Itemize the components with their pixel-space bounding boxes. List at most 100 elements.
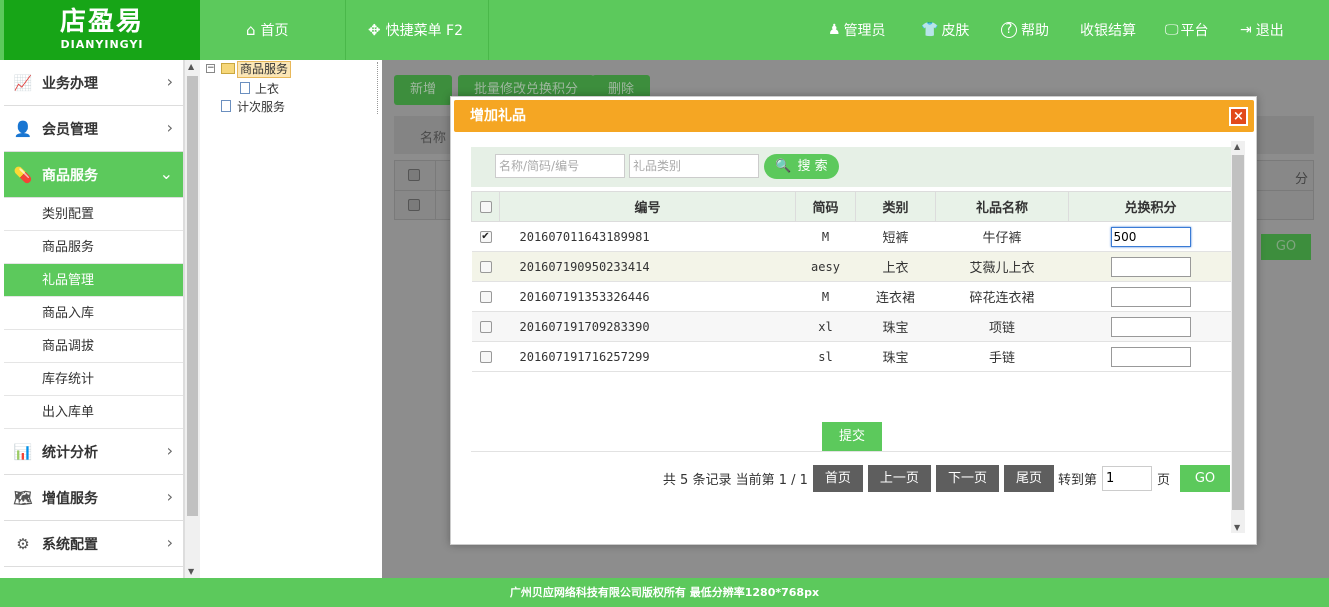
row-checkbox[interactable]: ✔ (479, 230, 492, 243)
goto-label: 转到第 (1057, 473, 1097, 488)
bg-checkbox[interactable] (408, 169, 420, 181)
scroll-up-icon[interactable]: ▲ (1234, 142, 1240, 151)
go-button[interactable]: GO (1180, 465, 1230, 492)
prev-page-button[interactable]: 上一页 (867, 465, 931, 492)
tree-node-top[interactable]: 上衣 (255, 80, 279, 97)
scroll-up-icon[interactable]: ▲ (188, 62, 194, 71)
logout-icon: ⇥ (1240, 22, 1252, 38)
cell-abbr: M (795, 281, 856, 312)
cell-code: 201607011643189981 (499, 221, 796, 252)
menu-stats[interactable]: 📊 统计分析 › (4, 429, 183, 475)
chevron-down-icon: ⌄ (159, 164, 173, 183)
last-page-button[interactable]: 尾页 (1003, 465, 1054, 492)
name-search-input[interactable]: 名称/简码/编号 (495, 154, 625, 178)
nav-cashier[interactable]: 收银结算 (1080, 0, 1136, 60)
subitem-goods-transfer[interactable]: 商品调拔 (4, 330, 183, 363)
menu-value-added[interactable]: 🗺 增值服务 › (4, 475, 183, 521)
chevron-right-icon: › (166, 441, 173, 460)
chevron-right-icon: › (166, 487, 173, 506)
menu-goods[interactable]: 💊 商品服务 ⌄ (4, 152, 183, 198)
cell-category: 连衣裙 (855, 281, 936, 312)
points-input[interactable] (1110, 316, 1191, 337)
logo-text: 店盈易 (59, 7, 144, 37)
column-points: 兑换积分 (1068, 191, 1233, 222)
move-icon: ✥ (368, 21, 381, 39)
folder-icon (221, 63, 235, 74)
bg-checkbox[interactable] (408, 199, 420, 211)
add-gift-dialog: 增加礼品 × 名称/简码/编号 礼品类别 🔍 搜 索 编号 简码 类别 礼品名称 … (450, 96, 1257, 545)
row-checkbox[interactable] (479, 320, 492, 333)
select-all-checkbox[interactable] (479, 200, 492, 213)
category-tree: − 商品服务 上衣 计次服务 (200, 60, 382, 578)
nav-home[interactable]: ⌂ 首页 (246, 0, 289, 60)
menu-label: 系统配置 (42, 536, 98, 553)
menu-member[interactable]: 👤 会员管理 › (4, 106, 183, 152)
subitem-category-config[interactable]: 类别配置 (4, 198, 183, 231)
subitem-goods-service[interactable]: 商品服务 (4, 231, 183, 264)
nav-help[interactable]: ? 帮助 (1001, 0, 1049, 60)
scroll-thumb[interactable] (187, 76, 198, 516)
chevron-right-icon: › (166, 72, 173, 91)
table-row[interactable]: 201607191716257299 sl 珠宝 手链 (471, 341, 1233, 372)
tree-node-goods-service[interactable]: 商品服务 (237, 61, 292, 78)
logo-subtext: DIANYINGYI (60, 38, 144, 51)
table-row[interactable]: 201607190950233414 aesy 上衣 艾薇儿上衣 (471, 251, 1233, 282)
cell-category: 珠宝 (855, 311, 936, 342)
user-icon: ♟ (828, 22, 841, 38)
select-all-cell (471, 191, 500, 222)
table-row[interactable]: ✔ 201607011643189981 M 短裤 牛仔裤 500 (471, 221, 1233, 252)
subitem-gift-management[interactable]: 礼品管理 (4, 264, 183, 297)
table-row[interactable]: 201607191709283390 xl 珠宝 项链 (471, 311, 1233, 342)
row-checkbox[interactable] (479, 350, 492, 363)
nav-quickmenu[interactable]: ✥ 快捷菜单 F2 (368, 0, 463, 60)
row-checkbox[interactable] (479, 260, 492, 273)
nav-platform[interactable]: 🖵 平台 (1165, 0, 1209, 60)
category-input[interactable]: 礼品类别 (629, 154, 759, 178)
tree-divider (377, 62, 378, 114)
subitem-stock-stats[interactable]: 库存统计 (4, 363, 183, 396)
menu-business[interactable]: 📈 业务办理 › (4, 60, 183, 106)
points-input[interactable] (1110, 256, 1191, 277)
cell-points (1068, 341, 1233, 372)
scroll-down-icon[interactable]: ▼ (188, 567, 194, 576)
logo: 店盈易 DIANYINGYI (4, 0, 200, 60)
table-row[interactable]: 201607191353326446 M 连衣裙 碎花连衣裙 (471, 281, 1233, 312)
scroll-thumb[interactable] (1232, 155, 1244, 510)
first-page-button[interactable]: 首页 (812, 465, 863, 492)
nav-quickmenu-label: 快捷菜单 F2 (385, 23, 463, 39)
row-checkbox[interactable] (479, 290, 492, 303)
add-button[interactable]: 新增 (394, 75, 453, 105)
menu-system[interactable]: ⚙ 系统配置 › (4, 521, 183, 567)
cell-category: 短裤 (855, 221, 936, 252)
nav-logout[interactable]: ⇥ 退出 (1240, 0, 1284, 60)
cell-gift-name: 牛仔裤 (935, 221, 1069, 252)
search-button[interactable]: 🔍 搜 索 (764, 154, 839, 179)
sidebar: 📈 业务办理 › 👤 会员管理 › 💊 商品服务 ⌄ 类别配置 商品服务 礼品管理 商品入库… (4, 60, 184, 578)
collapse-icon[interactable]: − (206, 64, 215, 73)
dialog-scrollbar[interactable]: ▲ ▼ (1231, 141, 1245, 533)
nav-skin[interactable]: 👕 皮肤 (921, 0, 969, 60)
cell-code: 201607191353326446 (499, 281, 796, 312)
cell-abbr: aesy (795, 251, 856, 282)
cell-points (1068, 251, 1233, 282)
points-input[interactable] (1110, 346, 1191, 367)
bg-go-button[interactable]: GO (1261, 234, 1311, 260)
close-icon[interactable]: × (1229, 107, 1248, 126)
row-select-cell (471, 341, 500, 372)
tree-node-count-service[interactable]: 计次服务 (237, 98, 285, 115)
search-icon: 🔍 (775, 159, 792, 174)
submit-button[interactable]: 提交 (822, 422, 882, 451)
points-input[interactable] (1110, 286, 1191, 307)
next-page-button[interactable]: 下一页 (935, 465, 999, 492)
nav-admin-label: 管理员 (843, 23, 886, 39)
gear-icon: ⚙ (16, 534, 30, 553)
scroll-down-icon[interactable]: ▼ (1234, 523, 1240, 532)
sidebar-scrollbar[interactable]: ▲ ▼ (184, 60, 200, 578)
subitem-inout-orders[interactable]: 出入库单 (4, 396, 183, 429)
column-gift-name: 礼品名称 (935, 191, 1069, 222)
page-number-input[interactable]: 1 (1101, 466, 1152, 491)
subitem-goods-instock[interactable]: 商品入库 (4, 297, 183, 330)
dialog-title-bar: 增加礼品 × (454, 100, 1254, 132)
points-input[interactable]: 500 (1110, 226, 1191, 247)
nav-admin[interactable]: ♟ 管理员 (828, 0, 886, 60)
